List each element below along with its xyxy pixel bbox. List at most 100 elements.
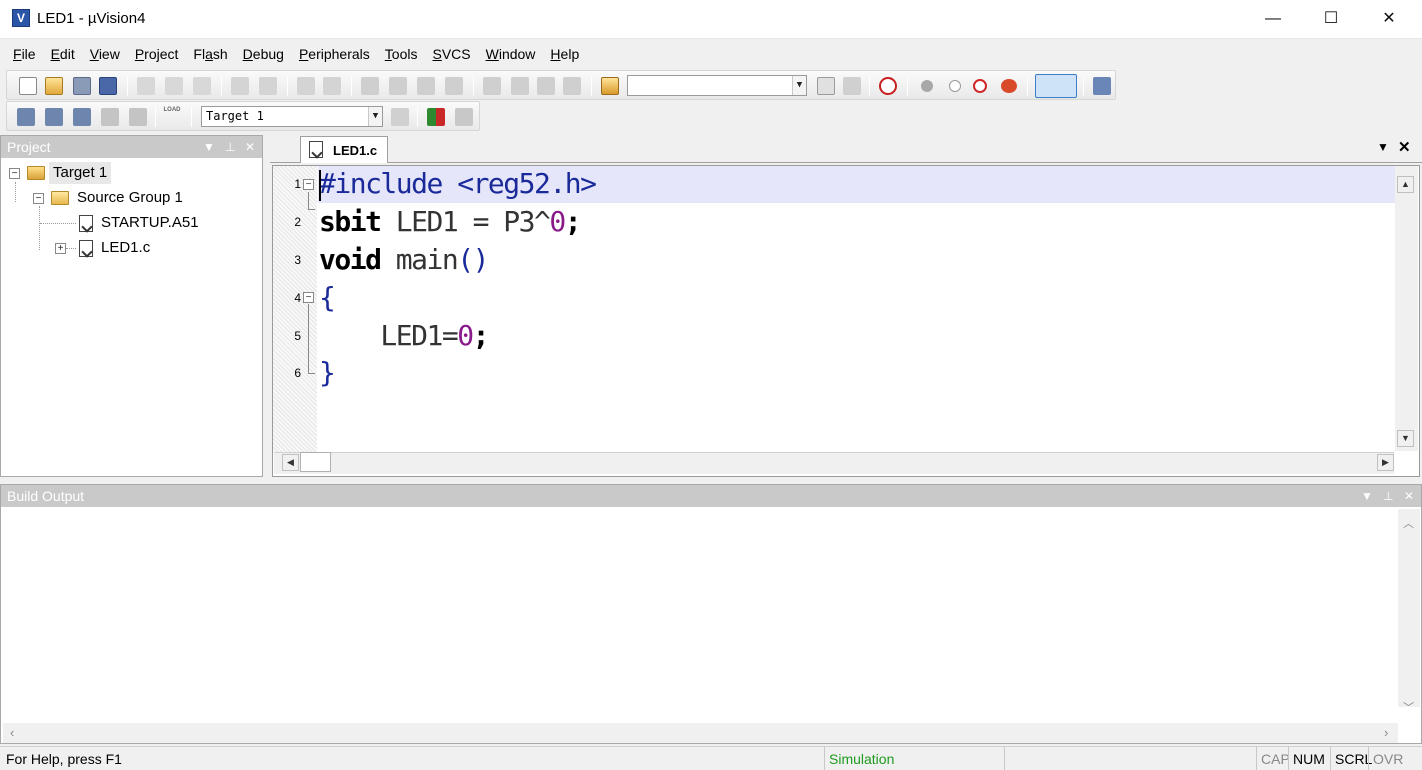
code-line[interactable]: void main() bbox=[319, 243, 489, 276]
bookmark-toggle-icon[interactable] bbox=[361, 77, 379, 95]
minimize-button[interactable]: — bbox=[1244, 0, 1302, 39]
window-title: LED1 - µVision4 bbox=[37, 10, 146, 27]
stop-build-icon[interactable] bbox=[129, 108, 147, 126]
tree-line bbox=[40, 223, 76, 224]
target-select[interactable]: Target 1 ▼ bbox=[201, 106, 383, 127]
paste-icon[interactable] bbox=[193, 77, 211, 95]
undo-icon[interactable] bbox=[231, 77, 249, 95]
scroll-down-icon[interactable]: ▼ bbox=[1397, 430, 1414, 447]
breakpoint-enable-icon[interactable] bbox=[949, 80, 961, 92]
incremental-find-icon[interactable] bbox=[843, 77, 861, 95]
scroll-left-icon[interactable]: ‹ bbox=[10, 725, 14, 740]
breakpoint-disable-icon[interactable] bbox=[973, 79, 987, 93]
chevron-down-icon[interactable]: ▼ bbox=[792, 76, 806, 95]
comment-icon[interactable] bbox=[537, 77, 555, 95]
tree-target[interactable]: Target 1 bbox=[49, 162, 112, 184]
menu-help[interactable]: Help bbox=[543, 40, 587, 68]
find-icon[interactable] bbox=[817, 77, 835, 95]
translate-icon[interactable] bbox=[17, 108, 35, 126]
scroll-thumb[interactable] bbox=[300, 452, 331, 472]
uncomment-icon[interactable] bbox=[563, 77, 581, 95]
manage-components-icon[interactable] bbox=[427, 108, 445, 126]
menu-svcs[interactable]: SVCS bbox=[425, 40, 478, 68]
scroll-left-icon[interactable]: ◀ bbox=[282, 454, 299, 471]
collapse-target-icon[interactable]: − bbox=[9, 168, 20, 179]
manage-books-icon[interactable] bbox=[455, 108, 473, 126]
chevron-down-icon[interactable]: ▼ bbox=[203, 136, 215, 158]
scroll-right-icon[interactable]: ▶ bbox=[1377, 454, 1394, 471]
bookmark-clear-icon[interactable] bbox=[445, 77, 463, 95]
redo-icon[interactable] bbox=[259, 77, 277, 95]
indent-icon[interactable] bbox=[483, 77, 501, 95]
code-line[interactable]: #include <reg52.h> bbox=[319, 167, 597, 200]
menu-debug[interactable]: Debug bbox=[236, 40, 292, 68]
debug-session-icon[interactable] bbox=[879, 77, 897, 95]
close-icon[interactable]: ✕ bbox=[245, 136, 255, 158]
chevron-down-icon[interactable]: ▼ bbox=[1377, 140, 1389, 154]
menu-view[interactable]: View bbox=[83, 40, 128, 68]
nav-forward-icon[interactable] bbox=[323, 77, 341, 95]
close-icon[interactable]: ✕ bbox=[1404, 485, 1414, 507]
breakpoint-kill-icon[interactable] bbox=[1001, 79, 1017, 93]
batch-build-icon[interactable] bbox=[101, 108, 119, 126]
output-horizontal-scrollbar[interactable] bbox=[3, 723, 1398, 743]
menu-peripherals[interactable]: Peripherals bbox=[292, 40, 378, 68]
unindent-icon[interactable] bbox=[511, 77, 529, 95]
find-in-files-icon[interactable] bbox=[601, 77, 619, 95]
menu-flash[interactable]: Flash bbox=[186, 40, 235, 68]
code-line[interactable]: } bbox=[319, 356, 336, 389]
nav-back-icon[interactable] bbox=[297, 77, 315, 95]
maximize-button[interactable]: ☐ bbox=[1302, 0, 1360, 39]
tab-led1[interactable]: LED1.c bbox=[300, 136, 388, 163]
chevron-down-icon[interactable]: ▼ bbox=[368, 107, 382, 126]
collapse-group-icon[interactable]: − bbox=[33, 193, 44, 204]
scroll-up-icon[interactable]: ︿ bbox=[1403, 515, 1414, 531]
menu-edit[interactable]: Edit bbox=[44, 40, 83, 68]
menu-tools[interactable]: Tools bbox=[378, 40, 426, 68]
breakpoint-insert-icon[interactable] bbox=[921, 80, 933, 92]
menu-file[interactable]: File bbox=[6, 40, 44, 68]
output-vertical-scrollbar[interactable] bbox=[1398, 509, 1420, 707]
bookmark-next-icon[interactable] bbox=[417, 77, 435, 95]
build-icon[interactable] bbox=[45, 108, 63, 126]
bookmark-prev-icon[interactable] bbox=[389, 77, 407, 95]
wrench-icon[interactable] bbox=[1093, 77, 1111, 95]
code-line[interactable]: { bbox=[319, 281, 336, 314]
separator bbox=[351, 76, 352, 96]
load-icon[interactable]: LOAD bbox=[163, 106, 181, 124]
code-line[interactable]: LED1=0; bbox=[319, 319, 489, 352]
new-file-icon[interactable] bbox=[19, 77, 37, 95]
cut-icon[interactable] bbox=[137, 77, 155, 95]
editor-vertical-scrollbar[interactable] bbox=[1395, 166, 1418, 451]
fold-line bbox=[308, 192, 315, 210]
tree-file-startup[interactable]: STARTUP.A51 bbox=[101, 212, 199, 234]
code-line[interactable]: sbit LED1 = P3^0; bbox=[319, 205, 582, 238]
line-number: 3 bbox=[294, 253, 301, 267]
tree-file-led1[interactable]: LED1.c bbox=[101, 237, 150, 259]
pin-icon[interactable]: ⊥ bbox=[225, 136, 235, 158]
fold-collapse-icon[interactable]: − bbox=[303, 292, 314, 303]
chevron-down-icon[interactable]: ▼ bbox=[1361, 485, 1373, 507]
scroll-down-icon[interactable]: ﹀ bbox=[1403, 699, 1414, 715]
scroll-right-icon[interactable]: › bbox=[1384, 725, 1388, 740]
close-button[interactable]: ✕ bbox=[1360, 0, 1418, 39]
open-icon[interactable] bbox=[45, 77, 63, 95]
rebuild-icon[interactable] bbox=[73, 108, 91, 126]
copy-icon[interactable] bbox=[165, 77, 183, 95]
tree-source-group[interactable]: Source Group 1 bbox=[77, 187, 183, 209]
expand-file-icon[interactable]: + bbox=[55, 243, 66, 254]
build-output-title: Build Output bbox=[7, 488, 85, 504]
save-all-icon[interactable] bbox=[99, 77, 117, 95]
fold-collapse-icon[interactable]: − bbox=[303, 179, 314, 190]
menu-window[interactable]: Window bbox=[479, 40, 544, 68]
editor-horizontal-scrollbar[interactable] bbox=[274, 452, 1394, 474]
tab-strip-line bbox=[270, 162, 1422, 163]
close-icon[interactable]: ✕ bbox=[1398, 138, 1411, 156]
menu-project[interactable]: Project bbox=[128, 40, 187, 68]
find-combo[interactable]: ▼ bbox=[627, 75, 807, 96]
pin-icon[interactable]: ⊥ bbox=[1383, 485, 1393, 507]
window-select-icon[interactable] bbox=[1035, 74, 1077, 98]
target-options-icon[interactable] bbox=[391, 108, 409, 126]
scroll-up-icon[interactable]: ▲ bbox=[1397, 176, 1414, 193]
save-icon[interactable] bbox=[73, 77, 91, 95]
